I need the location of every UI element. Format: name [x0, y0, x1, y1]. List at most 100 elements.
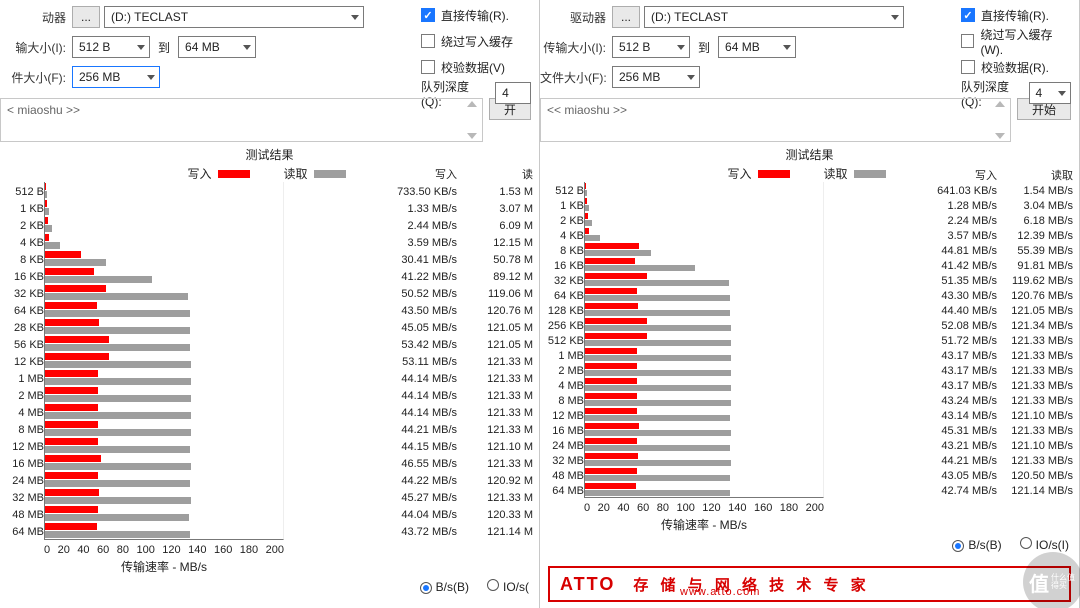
read-bar	[45, 497, 191, 504]
read-bar	[585, 280, 729, 286]
y-tick: 2 KB	[20, 218, 44, 235]
drive-browse-button[interactable]: ...	[72, 6, 100, 28]
bar-row	[45, 318, 283, 335]
ad-url: www.atto.com	[680, 586, 760, 598]
bypass-cache-checkbox[interactable]	[961, 34, 974, 48]
bar-row	[45, 369, 283, 386]
read-bar	[45, 429, 191, 436]
y-tick: 32 MB	[12, 490, 44, 507]
footer-ad: ATTO 存 储 与 网 络 技 术 专 家 www.atto.com	[548, 566, 1071, 602]
xfer-from-select[interactable]: 512 B	[72, 36, 150, 58]
bar-row	[45, 522, 283, 539]
read-bar	[585, 475, 730, 481]
bar-row	[45, 352, 283, 369]
y-tick: 64 MB	[12, 524, 44, 541]
y-tick: 32 KB	[14, 286, 44, 303]
chevron-down-icon	[783, 45, 791, 50]
y-tick: 1 MB	[558, 349, 584, 364]
read-bar	[585, 265, 695, 271]
drive-select[interactable]: (D:) TECLAST	[644, 6, 904, 28]
write-bar	[585, 453, 638, 459]
bar-row	[45, 420, 283, 437]
drive-select[interactable]: (D:) TECLAST	[104, 6, 364, 28]
verify-data-checkbox[interactable]	[961, 60, 975, 74]
comment-textbox[interactable]: < miaoshu >>	[0, 98, 483, 142]
verify-data-checkbox[interactable]	[421, 60, 435, 74]
unit-ios-radio[interactable]: IO/s(	[487, 579, 529, 594]
bar-row	[45, 301, 283, 318]
drive-label: 动器	[0, 9, 72, 26]
drive-browse-button[interactable]: ...	[612, 6, 640, 28]
y-tick: 8 KB	[20, 252, 44, 269]
y-tick: 2 KB	[560, 214, 584, 229]
unit-bs-radio[interactable]: B/s(B)	[952, 538, 1001, 552]
bar-row	[585, 347, 823, 362]
bar-row	[585, 272, 823, 287]
bar-row	[45, 471, 283, 488]
y-tick: 128 KB	[548, 304, 584, 319]
bar-row	[45, 454, 283, 471]
read-bar	[585, 400, 731, 406]
bar-row	[45, 403, 283, 420]
write-bar	[585, 303, 638, 309]
read-bar	[585, 250, 651, 256]
y-tick: 8 KB	[560, 244, 584, 259]
value-row: 2.24 MB/s6.18 MB/s	[834, 214, 1073, 229]
value-row: 43.30 MB/s120.76 MB/s	[834, 289, 1073, 304]
xfer-from-select[interactable]: 512 B	[612, 36, 690, 58]
y-tick: 1 MB	[18, 371, 44, 388]
read-bar	[45, 191, 47, 198]
file-size-select[interactable]: 256 MB	[72, 66, 160, 88]
chevron-down-icon	[687, 75, 695, 80]
chevron-down-icon	[147, 75, 155, 80]
value-row: 3.57 MB/s12.39 MB/s	[834, 229, 1073, 244]
direct-transfer-checkbox[interactable]: ✓	[961, 8, 975, 22]
unit-ios-radio[interactable]: IO/s(I)	[1020, 537, 1069, 552]
value-row: 42.74 MB/s121.14 MB/s	[834, 484, 1073, 499]
x-axis-label: 传输速率 - MB/s	[44, 556, 284, 575]
y-tick: 4 MB	[558, 379, 584, 394]
value-row: 46.55 MB/s121.33 M	[294, 456, 533, 473]
y-tick: 512 KB	[548, 334, 584, 349]
file-size-label: 件大小(F):	[0, 69, 72, 86]
bar-row	[585, 227, 823, 242]
xfer-to-select[interactable]: 64 MB	[718, 36, 796, 58]
file-size-select[interactable]: 256 MB	[612, 66, 700, 88]
bypass-cache-checkbox[interactable]	[421, 34, 435, 48]
unit-radios: B/s(B) IO/s(	[0, 575, 539, 594]
value-row: 44.14 MB/s121.33 M	[294, 405, 533, 422]
bar-row	[585, 257, 823, 272]
read-bar	[45, 412, 191, 419]
textbox-scroll[interactable]	[992, 101, 1008, 139]
unit-bs-radio[interactable]: B/s(B)	[420, 580, 469, 594]
drive-label: 驱动器	[540, 9, 612, 26]
bar-row	[585, 482, 823, 497]
write-bar	[45, 489, 99, 496]
read-bar	[45, 480, 190, 487]
value-row: 53.42 MB/s121.05 M	[294, 337, 533, 354]
xfer-to-select[interactable]: 64 MB	[178, 36, 256, 58]
bar-row	[585, 422, 823, 437]
bar-row	[45, 437, 283, 454]
bar-row	[585, 317, 823, 332]
textbox-scroll[interactable]	[464, 101, 480, 139]
queue-depth-select[interactable]: 4	[1029, 82, 1071, 104]
read-bar	[45, 293, 188, 300]
bar-row	[585, 242, 823, 257]
queue-depth-select[interactable]: 4	[495, 82, 531, 104]
write-bar	[585, 363, 637, 369]
direct-transfer-checkbox[interactable]: ✓	[421, 8, 435, 22]
value-row: 44.21 MB/s121.33 MB/s	[834, 454, 1073, 469]
write-bar	[585, 318, 647, 324]
read-bar	[45, 463, 191, 470]
read-bar	[585, 340, 731, 346]
y-tick: 48 MB	[552, 469, 584, 484]
write-bar	[45, 234, 49, 241]
value-row: 41.22 MB/s89.12 M	[294, 269, 533, 286]
value-row: 2.44 MB/s6.09 M	[294, 218, 533, 235]
y-tick: 48 MB	[12, 507, 44, 524]
comment-textbox[interactable]: << miaoshu >>	[540, 98, 1011, 142]
write-bar	[45, 353, 109, 360]
read-bar	[45, 259, 106, 266]
write-bar	[585, 378, 637, 384]
